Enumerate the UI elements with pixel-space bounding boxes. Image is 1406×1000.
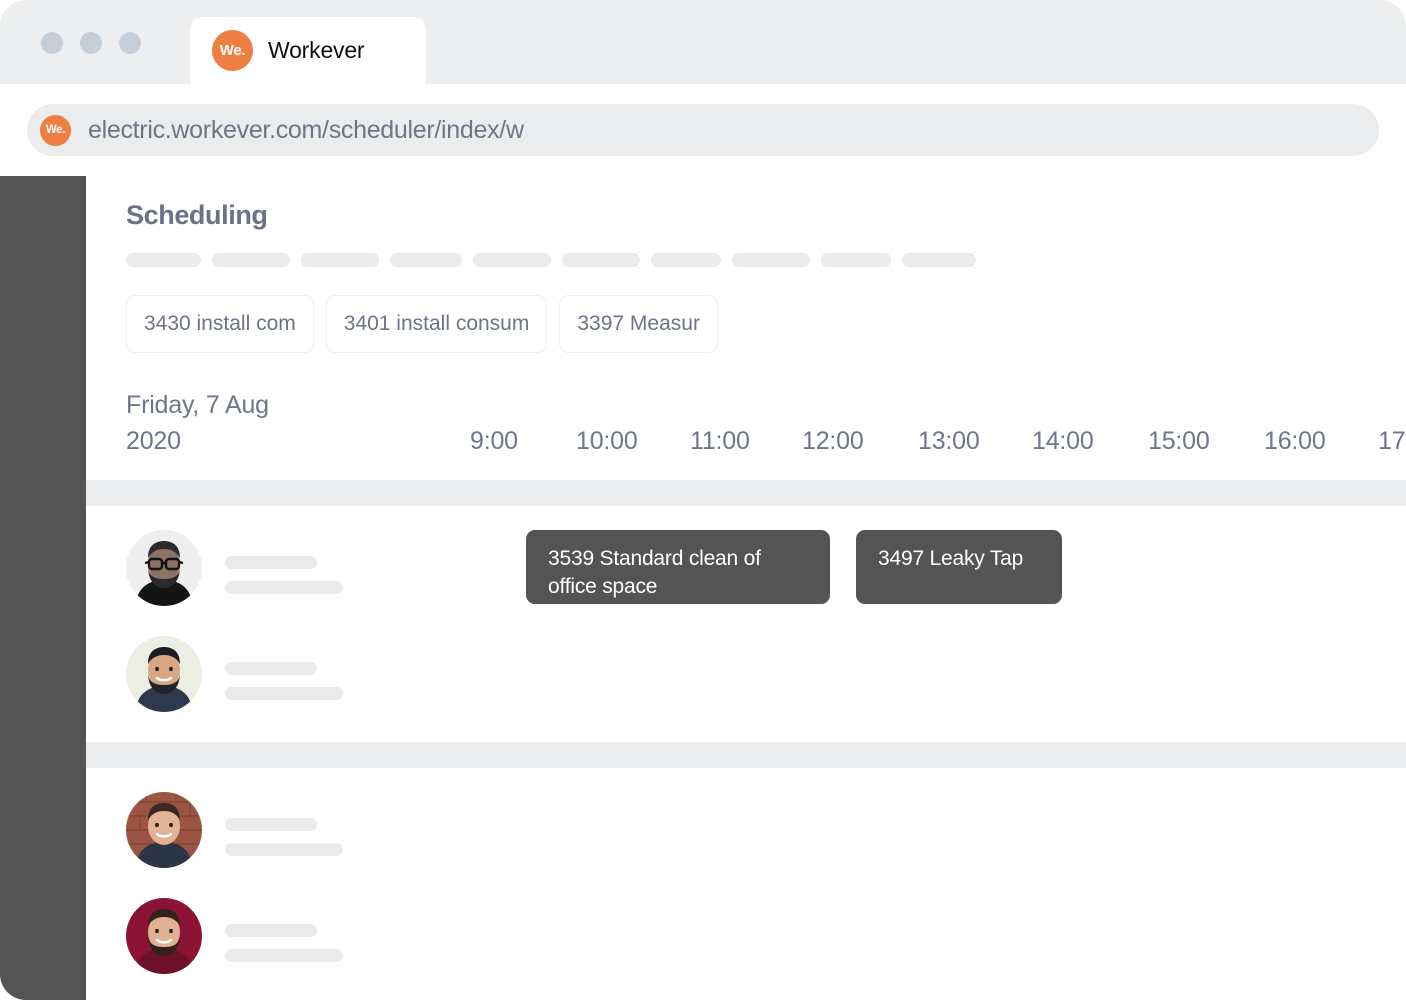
resource-name-skeleton <box>225 530 343 594</box>
nav-skeleton-bar <box>301 253 379 267</box>
timeline-time-tick: 12:00 <box>802 427 864 455</box>
scheduled-job-card[interactable]: 3497 Leaky Tap <box>856 530 1062 604</box>
minimize-window-button[interactable] <box>80 32 102 54</box>
scheduler-resource-row <box>86 792 1406 898</box>
scheduler-resource-row: 3539 Standard clean of office space 3497 … <box>86 530 1406 636</box>
resource-name-skeleton-line <box>225 556 317 569</box>
timeline-time-tick: 10:00 <box>576 427 638 455</box>
browser-toolbar: We. electric.workever.com/scheduler/inde… <box>0 84 1406 176</box>
resource-name-skeleton <box>225 636 343 700</box>
timeline-time-tick: 14:00 <box>1032 427 1094 455</box>
page-title: Scheduling <box>126 200 268 230</box>
resource-name-skeleton-line <box>225 687 343 700</box>
timeline-time-tick: 9:00 <box>470 427 518 455</box>
job-chip-list: 3430 install com 3401 install consum 3397 … <box>126 295 718 353</box>
resource-name-skeleton-line <box>225 581 343 594</box>
scheduled-job-card[interactable]: 3539 Standard clean of office space <box>526 530 830 604</box>
nav-skeleton-placeholder <box>126 253 976 267</box>
nav-skeleton-bar <box>732 253 810 267</box>
site-favicon-icon: We. <box>40 114 71 146</box>
resource-name-skeleton-line <box>225 843 343 856</box>
timeline-time-tick: 13:00 <box>918 427 980 455</box>
timeline-date-line1: Friday, 7 Aug <box>126 391 269 419</box>
timeline-time-tick: 15:00 <box>1148 427 1210 455</box>
avatar-maroon-background-icon[interactable] <box>126 898 202 974</box>
nav-skeleton-bar <box>212 253 290 267</box>
timeline-time-tick: 16:00 <box>1264 427 1326 455</box>
app-main-content: Scheduling 3430 install com 3401 install … <box>86 176 1406 1000</box>
job-chip[interactable]: 3401 install consum <box>325 295 548 353</box>
resource-name-skeleton <box>225 792 343 856</box>
app-sidebar[interactable] <box>0 176 86 1000</box>
avatar-bearded-glasses-icon[interactable] <box>126 530 202 606</box>
nav-skeleton-bar <box>821 253 891 267</box>
window-controls <box>41 32 141 54</box>
resource-name-skeleton <box>225 898 343 962</box>
workever-logo-icon: We. <box>212 30 253 71</box>
browser-tab-workever[interactable]: We. Workever <box>190 17 426 84</box>
resource-name-skeleton-line <box>225 924 317 937</box>
timeline-time-tick: 11:00 <box>690 427 750 455</box>
timeline-time-tick: 17:00 <box>1378 427 1406 455</box>
nav-skeleton-bar <box>473 253 551 267</box>
address-bar[interactable]: We. electric.workever.com/scheduler/inde… <box>27 104 1379 156</box>
timeline-date-line2: 2020 <box>126 427 181 455</box>
resource-name-skeleton-line <box>225 818 317 831</box>
nav-skeleton-bar <box>562 253 640 267</box>
app-body: Scheduling 3430 install com 3401 install … <box>0 176 1406 1000</box>
job-chip[interactable]: 3430 install com <box>126 295 314 353</box>
site-favicon-text: We. <box>45 124 66 136</box>
resource-name-skeleton-line <box>225 949 343 962</box>
scheduler-resource-row <box>86 898 1406 1000</box>
browser-title-bar: We. Workever <box>0 0 1406 84</box>
avatar-smiling-beard-icon[interactable] <box>126 636 202 712</box>
nav-skeleton-bar <box>902 253 976 267</box>
close-window-button[interactable] <box>41 32 63 54</box>
browser-window: We. Workever We. electric.workever.com/s… <box>0 0 1406 1000</box>
row-group-separator-top <box>86 480 1406 506</box>
row-group-separator-middle <box>86 742 1406 768</box>
nav-skeleton-bar <box>390 253 462 267</box>
scheduler-resource-row <box>86 636 1406 742</box>
browser-tab-title: Workever <box>268 37 365 63</box>
avatar-brick-background-icon[interactable] <box>126 792 202 868</box>
timeline-header: Friday, 7 Aug 2020 9:00 10:00 11:00 12:00 13… <box>86 380 1406 476</box>
job-chip[interactable]: 3397 Measur <box>559 295 718 353</box>
nav-skeleton-bar <box>651 253 721 267</box>
maximize-window-button[interactable] <box>119 32 141 54</box>
address-bar-url: electric.workever.com/scheduler/index/w <box>88 115 524 144</box>
nav-skeleton-bar <box>126 253 201 267</box>
workever-logo-text: We. <box>219 42 246 59</box>
resource-name-skeleton-line <box>225 662 317 675</box>
